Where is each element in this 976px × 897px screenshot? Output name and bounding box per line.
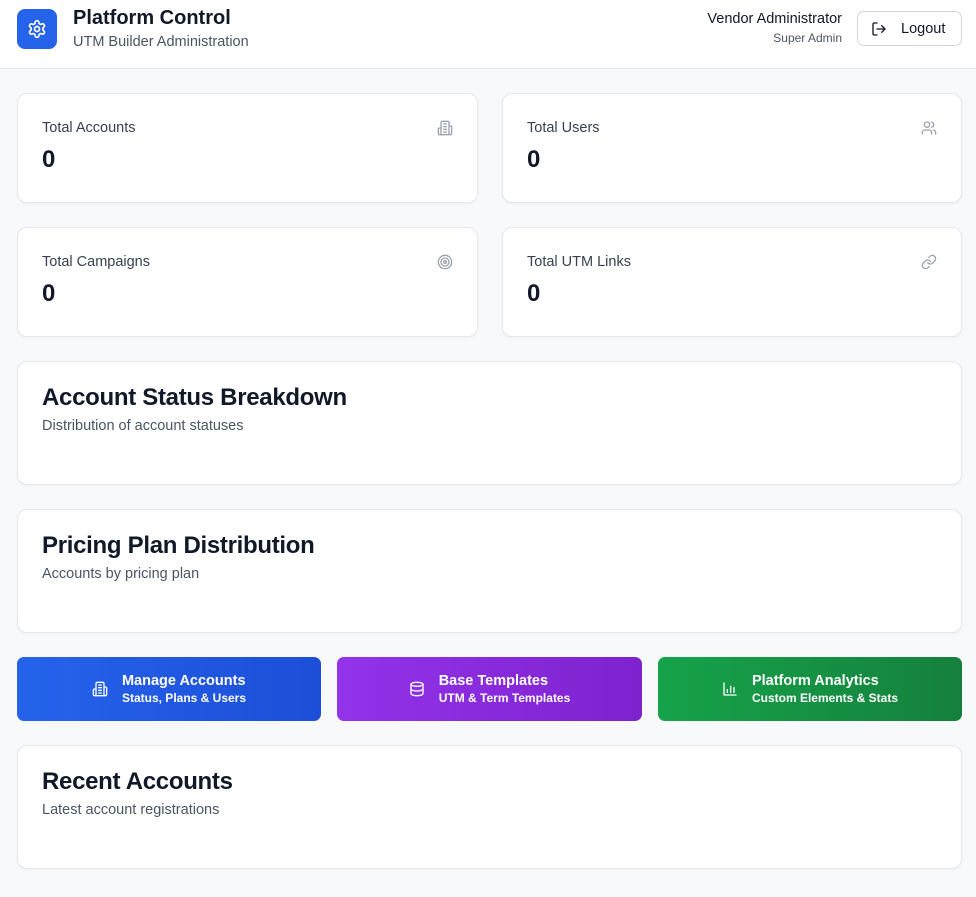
section-title: Account Status Breakdown <box>42 384 347 411</box>
database-icon <box>410 681 424 697</box>
section-title: Recent Accounts <box>42 768 233 795</box>
target-icon <box>437 254 453 270</box>
stat-value: 0 <box>527 280 541 307</box>
account-status-card: Account Status Breakdown Distribution of… <box>17 361 962 485</box>
app-subtitle: UTM Builder Administration <box>73 34 249 50</box>
logout-icon <box>872 21 886 36</box>
action-title: Base Templates <box>438 672 549 689</box>
stat-card-users: Total Users 0 <box>502 93 962 203</box>
stat-value: 0 <box>42 280 56 307</box>
users-icon <box>921 121 937 135</box>
logout-label: Logout <box>901 20 946 37</box>
base-templates-button[interactable]: Base Templates UTM & Term Templates <box>337 657 642 721</box>
user-role: Super Admin <box>773 31 842 45</box>
recent-accounts-card: Recent Accounts Latest account registrat… <box>17 745 962 869</box>
stat-label: Total UTM Links <box>527 254 631 270</box>
stat-label: Total Users <box>527 120 600 136</box>
action-subtitle: UTM & Term Templates <box>438 690 571 705</box>
building-icon <box>92 681 108 697</box>
stat-card-accounts: Total Accounts 0 <box>17 93 478 203</box>
user-name: Vendor Administrator <box>707 11 842 27</box>
action-title: Platform Analytics <box>751 672 879 689</box>
action-subtitle: Custom Elements & Stats <box>751 690 899 705</box>
stat-value: 0 <box>42 146 56 173</box>
section-description: Latest account registrations <box>42 802 220 818</box>
section-description: Distribution of account statuses <box>42 418 244 434</box>
pricing-plan-card: Pricing Plan Distribution Accounts by pr… <box>17 509 962 633</box>
bar-chart-icon <box>723 682 737 696</box>
section-description: Accounts by pricing plan <box>42 566 200 582</box>
app-title: Platform Control <box>73 7 231 29</box>
stat-card-utm-links: Total UTM Links 0 <box>502 227 962 337</box>
building-icon <box>437 120 453 136</box>
action-subtitle: Status, Plans & Users <box>121 690 247 705</box>
stat-value: 0 <box>527 146 541 173</box>
gear-icon <box>28 19 46 39</box>
stat-card-campaigns: Total Campaigns 0 <box>17 227 478 337</box>
logout-button[interactable]: Logout <box>857 11 962 46</box>
action-title: Manage Accounts <box>121 672 246 689</box>
stat-label: Total Campaigns <box>42 254 150 270</box>
manage-accounts-button[interactable]: Manage Accounts Status, Plans & Users <box>17 657 321 721</box>
stat-label: Total Accounts <box>42 120 136 136</box>
platform-analytics-button[interactable]: Platform Analytics Custom Elements & Sta… <box>658 657 962 721</box>
section-title: Pricing Plan Distribution <box>42 532 315 559</box>
link-icon <box>921 254 937 270</box>
app-header: Platform Control UTM Builder Administrat… <box>0 0 976 69</box>
app-logo <box>17 9 57 49</box>
